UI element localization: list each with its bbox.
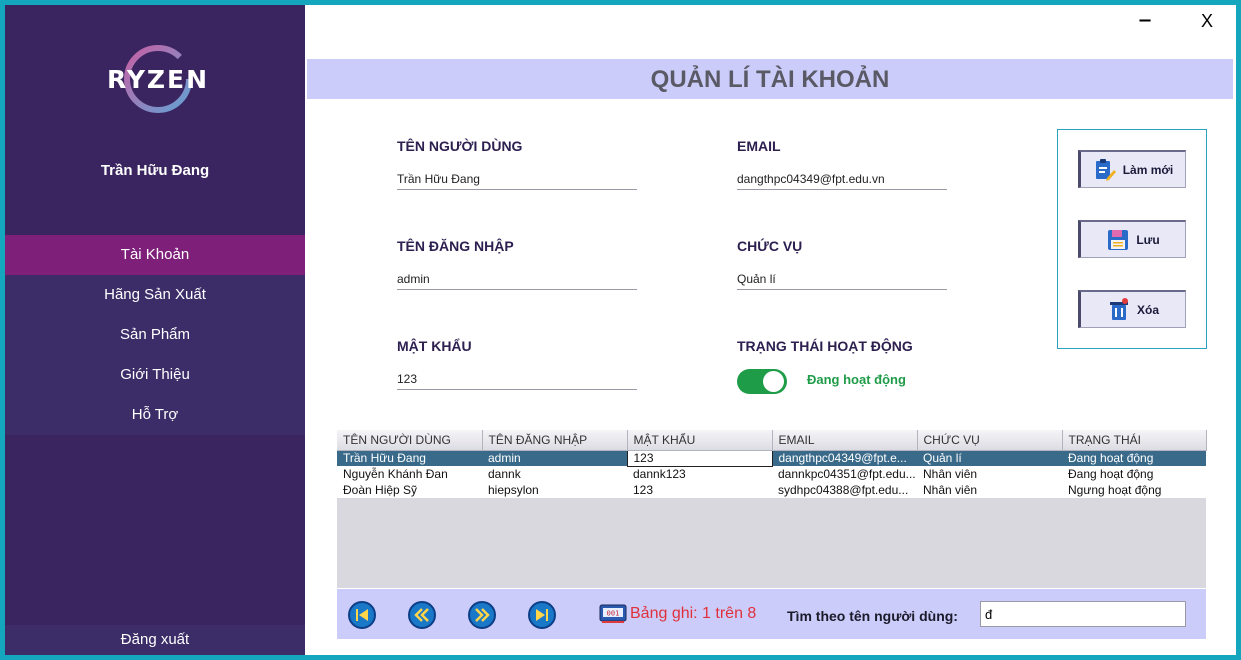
- next-record-button[interactable]: [468, 601, 496, 629]
- username-label: TÊN ĐĂNG NHẬP: [397, 238, 514, 254]
- first-icon: [356, 609, 368, 621]
- save-button[interactable]: Lưu: [1078, 220, 1186, 258]
- svg-text:RYZEN: RYZEN: [107, 65, 209, 94]
- sidebar-menu: Tài Khoản Hãng Sản Xuất Sản Phẩm Giới Th…: [5, 235, 305, 435]
- table-row[interactable]: Nguyễn Khánh Đan dannk dannk123 dannkpc0…: [337, 466, 1206, 482]
- table-cell-editing[interactable]: 123: [626, 449, 773, 467]
- role-field[interactable]: [737, 268, 947, 290]
- sidebar-item-products[interactable]: Sản Phẩm: [5, 315, 305, 355]
- table-cell[interactable]: Quản lí: [917, 450, 1062, 466]
- search-input[interactable]: [980, 601, 1186, 627]
- first-record-button[interactable]: [348, 601, 376, 629]
- ryzen-logo: RYZEN: [107, 45, 209, 113]
- sidebar: RYZEN Trần Hữu Đang Tài Khoản Hãng Sản X…: [5, 5, 305, 655]
- logout-button[interactable]: Đăng xuất: [5, 625, 305, 655]
- last-record-button[interactable]: [528, 601, 556, 629]
- table-cell[interactable]: Nhân viên: [917, 466, 1062, 482]
- column-header[interactable]: TÊN NGƯỜI DÙNG: [337, 430, 483, 451]
- table-cell[interactable]: dannk123: [627, 466, 772, 482]
- table-cell[interactable]: Nhân viên: [917, 482, 1062, 498]
- double-chevron-left-icon: [414, 608, 429, 622]
- full-name-label: TÊN NGƯỜI DÙNG: [397, 138, 523, 154]
- email-field[interactable]: [737, 168, 947, 190]
- username-field[interactable]: [397, 268, 637, 290]
- password-label: MẬT KHẨU: [397, 338, 472, 354]
- record-counter-icon: 001: [599, 604, 627, 623]
- refresh-button-label: Làm mới: [1122, 162, 1174, 177]
- table-cell[interactable]: Ngưng hoạt động: [1062, 482, 1206, 498]
- table-cell[interactable]: hiepsylon: [482, 482, 627, 498]
- table-cell[interactable]: dannkpc04351@fpt.edu...: [772, 466, 917, 482]
- close-button[interactable]: X: [1197, 11, 1217, 31]
- record-counter: Bảng ghi: 1 trên 8: [630, 605, 757, 622]
- table-row[interactable]: Đoàn Hiệp Sỹ hiepsylon 123 sydhpc04388@f…: [337, 482, 1206, 498]
- column-header[interactable]: MẬT KHẨU: [627, 430, 773, 451]
- trash-icon: [1109, 297, 1128, 320]
- search-label: Tìm theo tên người dùng:: [787, 608, 958, 624]
- page-title: QUẢN LÍ TÀI KHOẢN: [307, 59, 1233, 99]
- svg-text:001: 001: [607, 610, 620, 618]
- column-header[interactable]: TRẠNG THÁI: [1062, 430, 1207, 451]
- role-label: CHỨC VỤ: [737, 238, 803, 254]
- status-text: Đang hoạt động: [807, 372, 906, 387]
- table-cell[interactable]: Đang hoạt động: [1062, 466, 1206, 482]
- table-row[interactable]: Trần Hữu Đang admin 123 dangthpc04349@fp…: [337, 449, 1206, 467]
- action-panel: Làm mới Lưu Xóa: [1057, 129, 1207, 349]
- clipboard-edit-icon: [1095, 158, 1116, 181]
- email-label: EMAIL: [737, 138, 781, 154]
- accounts-table: TÊN NGƯỜI DÙNG TÊN ĐĂNG NHẬP MẬT KHẨU EM…: [337, 430, 1207, 588]
- table-cell[interactable]: 123: [627, 482, 772, 498]
- password-field[interactable]: [397, 368, 637, 390]
- table-cell[interactable]: Nguyễn Khánh Đan: [337, 466, 482, 482]
- refresh-button[interactable]: Làm mới: [1078, 150, 1186, 188]
- current-user-name: Trần Hữu Đang: [100, 162, 210, 179]
- column-header[interactable]: EMAIL: [772, 430, 918, 451]
- table-header-row: TÊN NGƯỜI DÙNG TÊN ĐĂNG NHẬP MẬT KHẨU EM…: [337, 430, 1207, 451]
- sidebar-item-support[interactable]: Hỗ Trợ: [5, 395, 305, 435]
- sidebar-item-about[interactable]: Giới Thiệu: [5, 355, 305, 395]
- last-icon: [536, 609, 548, 621]
- sidebar-item-manufacturers[interactable]: Hãng Sản Xuất: [5, 275, 305, 315]
- floppy-disk-icon: [1108, 229, 1129, 250]
- app-window: RYZEN Trần Hữu Đang Tài Khoản Hãng Sản X…: [5, 5, 1236, 655]
- table-cell[interactable]: admin: [482, 450, 627, 466]
- column-header[interactable]: TÊN ĐĂNG NHẬP: [482, 430, 628, 451]
- status-label: TRẠNG THÁI HOẠT ĐỘNG: [737, 338, 913, 354]
- table-cell[interactable]: Đoàn Hiệp Sỹ: [337, 482, 482, 498]
- table-footer: 001 Bảng ghi: 1 trên 8 Tìm theo tên ngườ…: [337, 589, 1206, 639]
- full-name-field[interactable]: [397, 168, 637, 190]
- previous-record-button[interactable]: [408, 601, 436, 629]
- toggle-knob: [763, 371, 784, 392]
- table-cell[interactable]: dangthpc04349@fpt.e...: [772, 450, 917, 466]
- column-header[interactable]: CHỨC VỤ: [917, 430, 1063, 451]
- minimize-button[interactable]: ‒: [1135, 10, 1155, 31]
- status-toggle[interactable]: [737, 369, 787, 394]
- double-chevron-right-icon: [475, 608, 490, 622]
- table-cell[interactable]: Trần Hữu Đang: [337, 450, 482, 466]
- save-button-label: Lưu: [1136, 232, 1160, 247]
- delete-button[interactable]: Xóa: [1078, 290, 1186, 328]
- table-cell[interactable]: Đang hoạt động: [1062, 450, 1206, 466]
- delete-button-label: Xóa: [1136, 302, 1159, 317]
- sidebar-item-accounts[interactable]: Tài Khoản: [5, 235, 305, 275]
- table-cell[interactable]: sydhpc04388@fpt.edu...: [772, 482, 917, 498]
- table-cell[interactable]: dannk: [482, 466, 627, 482]
